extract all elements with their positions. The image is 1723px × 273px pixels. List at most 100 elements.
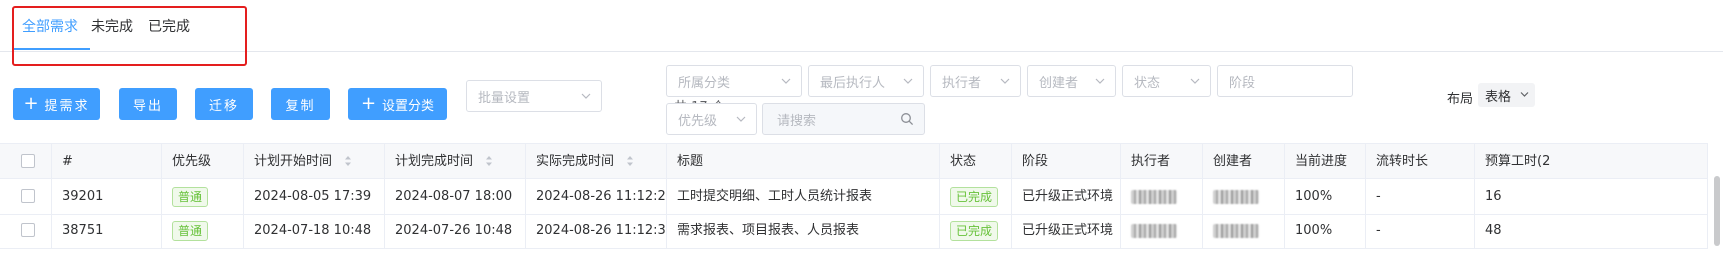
filter-category[interactable]: 所属分类 — [666, 65, 802, 97]
filter-status[interactable]: 状态 — [1122, 65, 1211, 97]
column-header-title: 标题 — [667, 144, 940, 179]
sort-icon[interactable] — [344, 155, 352, 167]
add-requirement-label: 提需求 — [44, 98, 90, 114]
cell-plan-end: 2024-08-07 18:00 — [385, 179, 526, 214]
column-header-actual-end[interactable]: 实际完成时间 — [526, 144, 667, 179]
export-button[interactable]: 导出 — [119, 88, 177, 120]
cell-executor — [1121, 179, 1203, 214]
search-input[interactable]: 请搜索 — [762, 103, 925, 135]
cell-actual-end: 2024-08-26 11:12:34 — [526, 213, 667, 248]
cell-stage: 已升级正式环境 — [1012, 179, 1121, 214]
cell-creator — [1203, 213, 1285, 248]
add-requirement-button[interactable]: + 提需求 — [13, 88, 100, 120]
redacted-name — [1131, 189, 1177, 204]
cell-status: 已完成 — [940, 179, 1012, 214]
cell-budget: 16 — [1475, 179, 1708, 214]
filter-last-executor-label: 最后执行人 — [820, 75, 886, 91]
search-placeholder: 请搜索 — [777, 113, 817, 129]
sort-icon[interactable] — [626, 155, 634, 167]
status-tag: 已完成 — [950, 220, 999, 241]
tab-all-requirements[interactable]: 全部需求 — [22, 16, 78, 36]
column-header-status: 状态 — [940, 144, 1012, 179]
cell-priority: 普通 — [162, 213, 244, 248]
column-header-creator: 创建者 — [1203, 144, 1285, 179]
column-header-plan-end-label: 计划完成时间 — [395, 154, 474, 169]
migrate-button[interactable]: 迁移 — [195, 88, 253, 120]
batch-settings-placeholder: 批量设置 — [478, 90, 531, 106]
sort-icon[interactable] — [485, 155, 493, 167]
table-row[interactable]: 38751 普通 2024-07-18 10:48 2024-07-26 10:… — [0, 213, 1708, 249]
column-header-id: # — [52, 144, 162, 179]
column-header-duration: 流转时长 — [1366, 144, 1475, 179]
export-label: 导出 — [132, 98, 163, 114]
cell-id: 39201 — [52, 179, 162, 214]
set-category-label: 设置分类 — [382, 98, 435, 114]
chevron-down-icon — [1520, 92, 1529, 97]
row-checkbox[interactable] — [21, 189, 35, 203]
cell-duration: - — [1366, 179, 1475, 214]
redacted-name — [1131, 223, 1177, 238]
column-header-executor: 执行者 — [1121, 144, 1203, 179]
cell-id: 38751 — [52, 213, 162, 248]
cell-progress: 100% — [1285, 213, 1366, 248]
cell-duration: - — [1366, 213, 1475, 248]
plus-icon: + — [360, 93, 377, 114]
table-row[interactable]: 39201 普通 2024-08-05 17:39 2024-08-07 18:… — [0, 179, 1708, 215]
batch-settings-select[interactable]: 批量设置 — [466, 80, 602, 112]
chevron-down-icon — [736, 116, 746, 122]
cell-title[interactable]: 工时提交明细、工时人员统计报表 — [667, 179, 940, 214]
header-select-all-cell — [0, 144, 52, 179]
column-header-budget: 预算工时(2 — [1475, 144, 1708, 179]
chevron-down-icon — [1000, 78, 1010, 84]
column-header-stage: 阶段 — [1012, 144, 1121, 179]
layout-value: 表格 — [1485, 89, 1512, 105]
copy-button[interactable]: 复制 — [271, 88, 330, 120]
tab-completed[interactable]: 已完成 — [148, 16, 190, 36]
column-header-priority: 优先级 — [162, 144, 244, 179]
filter-executor[interactable]: 执行者 — [930, 65, 1021, 97]
redacted-name — [1213, 189, 1259, 204]
cell-plan-start: 2024-07-18 10:48 — [244, 213, 385, 248]
priority-tag: 普通 — [172, 220, 209, 241]
plus-icon: + — [23, 93, 39, 114]
select-all-checkbox[interactable] — [21, 154, 35, 168]
filter-stage[interactable]: 阶段 — [1217, 65, 1353, 97]
chevron-down-icon — [1190, 78, 1200, 84]
redacted-name — [1213, 223, 1259, 238]
filter-priority-label: 优先级 — [678, 113, 718, 129]
column-header-progress: 当前进度 — [1285, 144, 1366, 179]
set-category-button[interactable]: + 设置分类 — [348, 88, 447, 120]
migrate-label: 迁移 — [208, 98, 239, 114]
cell-executor — [1121, 213, 1203, 248]
vertical-scrollbar[interactable] — [1714, 176, 1720, 246]
table-header: # 优先级 计划开始时间 计划完成时间 实际完成时间 标题 状态 阶段 执行者 … — [0, 143, 1708, 179]
search-icon — [901, 113, 914, 126]
layout-label: 布局 — [1447, 92, 1474, 107]
cell-title[interactable]: 需求报表、项目报表、人员报表 — [667, 213, 940, 248]
column-header-plan-start[interactable]: 计划开始时间 — [244, 144, 385, 179]
cell-stage: 已升级正式环境 — [1012, 213, 1121, 248]
chevron-down-icon — [903, 78, 913, 84]
tab-incomplete[interactable]: 未完成 — [91, 16, 133, 36]
row-select-cell — [0, 179, 52, 214]
filter-creator-label: 创建者 — [1039, 75, 1079, 91]
filter-status-label: 状态 — [1134, 75, 1161, 91]
filter-priority[interactable]: 优先级 — [666, 103, 757, 135]
cell-actual-end: 2024-08-26 11:12:24 — [526, 179, 667, 214]
filter-last-executor[interactable]: 最后执行人 — [808, 65, 924, 97]
filter-creator[interactable]: 创建者 — [1027, 65, 1116, 97]
cell-status: 已完成 — [940, 213, 1012, 248]
layout-select[interactable]: 表格 — [1478, 83, 1535, 107]
tab-bar: 全部需求 未完成 已完成 — [0, 0, 1723, 52]
column-header-actual-end-label: 实际完成时间 — [536, 154, 615, 169]
cell-plan-end: 2024-07-26 10:48 — [385, 213, 526, 248]
row-select-cell — [0, 213, 52, 248]
column-header-plan-end[interactable]: 计划完成时间 — [385, 144, 526, 179]
cell-creator — [1203, 179, 1285, 214]
chevron-down-icon — [1095, 78, 1105, 84]
cell-progress: 100% — [1285, 179, 1366, 214]
chevron-down-icon — [581, 93, 591, 99]
filter-category-label: 所属分类 — [678, 75, 731, 91]
row-checkbox[interactable] — [21, 223, 35, 237]
active-tab-indicator — [12, 48, 90, 50]
